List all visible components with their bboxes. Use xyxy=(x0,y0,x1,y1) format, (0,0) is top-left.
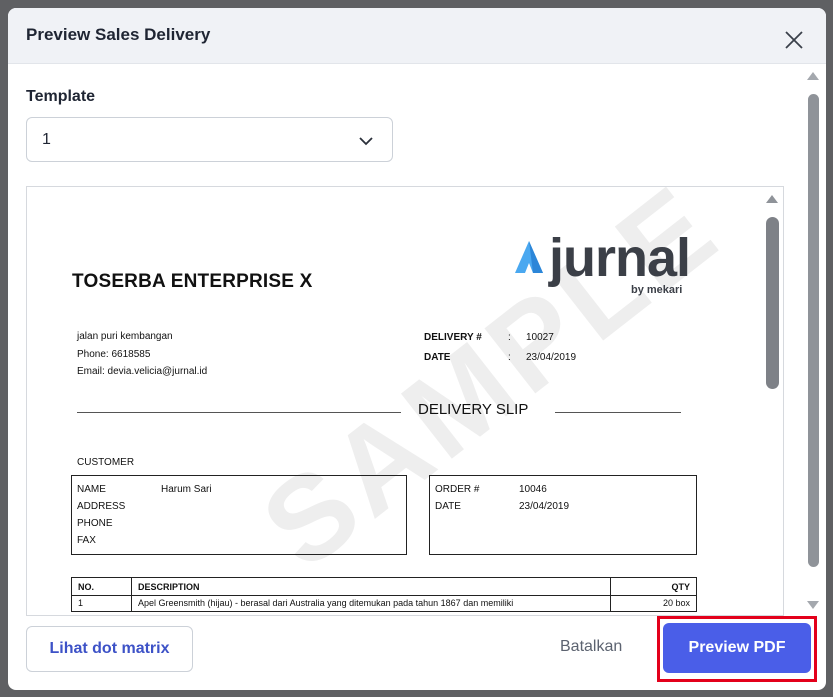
modal-title: Preview Sales Delivery xyxy=(26,25,211,44)
address-line-2: Phone: 6618585 xyxy=(77,349,151,360)
scroll-down-icon[interactable] xyxy=(807,601,819,609)
customer-fax-label: FAX xyxy=(77,535,96,546)
address-line-1: jalan puri kembangan xyxy=(77,331,173,342)
customer-name-value: Harum Sari xyxy=(161,484,212,495)
preview-pdf-button[interactable]: Preview PDF xyxy=(663,623,811,673)
customer-box: NAME Harum Sari ADDRESS PHONE FAX xyxy=(71,475,407,555)
col-header-no: NO. xyxy=(71,577,132,596)
scroll-thumb[interactable] xyxy=(808,94,819,567)
customer-name-label: NAME xyxy=(77,484,106,495)
delivery-number-value: 10027 xyxy=(526,332,554,343)
chevron-down-icon xyxy=(359,137,373,146)
row-description: Apel Greensmith (hijau) - berasal dari A… xyxy=(131,595,611,612)
delivery-slip-document: SAMPLE TOSERBA ENTERPRISE X jurnal by me… xyxy=(27,187,757,615)
address-line-3: Email: devia.velicia@jurnal.id xyxy=(77,366,208,377)
customer-phone-label: PHONE xyxy=(77,518,113,529)
order-box: ORDER # 10046 DATE 23/04/2019 xyxy=(429,475,697,555)
order-number-value: 10046 xyxy=(519,484,547,495)
modal-scrollbar[interactable] xyxy=(804,70,826,618)
delivery-date-colon: : xyxy=(508,352,511,363)
row-no: 1 xyxy=(71,595,132,612)
order-number-label: ORDER # xyxy=(435,484,480,495)
close-icon[interactable] xyxy=(781,27,807,53)
scroll-up-icon[interactable] xyxy=(807,72,819,80)
view-dot-matrix-button[interactable]: Lihat dot matrix xyxy=(26,626,193,672)
order-date-value: 23/04/2019 xyxy=(519,501,570,512)
jurnal-logo: jurnal by mekari xyxy=(511,228,701,297)
logo-wordmark: jurnal xyxy=(549,228,691,288)
preview-scroll-thumb[interactable] xyxy=(766,217,779,389)
delivery-number-label: DELIVERY # xyxy=(424,332,482,343)
template-select-value: 1 xyxy=(42,131,51,148)
jurnal-logo-icon xyxy=(515,241,543,273)
order-date-label: DATE xyxy=(435,501,461,512)
title-rule-right xyxy=(555,412,681,413)
row-qty: 20 box xyxy=(610,595,697,612)
template-label: Template xyxy=(26,88,96,105)
table-row: 1 Apel Greensmith (hijau) - berasal dari… xyxy=(71,595,697,612)
customer-label: CUSTOMER xyxy=(77,457,135,468)
items-table: NO. DESCRIPTION QTY 1 Apel Greensmith (h… xyxy=(71,577,697,612)
delivery-date-value: 23/04/2019 xyxy=(526,352,577,363)
col-header-qty: QTY xyxy=(610,577,697,596)
delivery-number-colon: : xyxy=(508,332,511,343)
company-name: TOSERBA ENTERPRISE X xyxy=(72,271,313,292)
delivery-date-label: DATE xyxy=(424,352,451,363)
template-select[interactable]: 1 xyxy=(26,117,393,162)
delivery-slip-title: DELIVERY SLIP xyxy=(418,401,529,418)
items-table-header: NO. DESCRIPTION QTY xyxy=(71,577,697,596)
preview-modal: Preview Sales Delivery Template 1 SAMPLE… xyxy=(8,8,826,690)
cancel-button[interactable]: Batalkan xyxy=(560,638,622,656)
logo-byline: by mekari xyxy=(631,284,683,296)
preview-scroll-up-icon[interactable] xyxy=(766,195,778,203)
title-rule-left xyxy=(77,412,401,413)
pdf-preview-frame[interactable]: SAMPLE TOSERBA ENTERPRISE X jurnal by me… xyxy=(26,186,784,616)
preview-scrollbar[interactable] xyxy=(763,191,781,613)
modal-header: Preview Sales Delivery xyxy=(8,8,826,64)
customer-address-label: ADDRESS xyxy=(77,501,126,512)
col-header-description: DESCRIPTION xyxy=(131,577,611,596)
